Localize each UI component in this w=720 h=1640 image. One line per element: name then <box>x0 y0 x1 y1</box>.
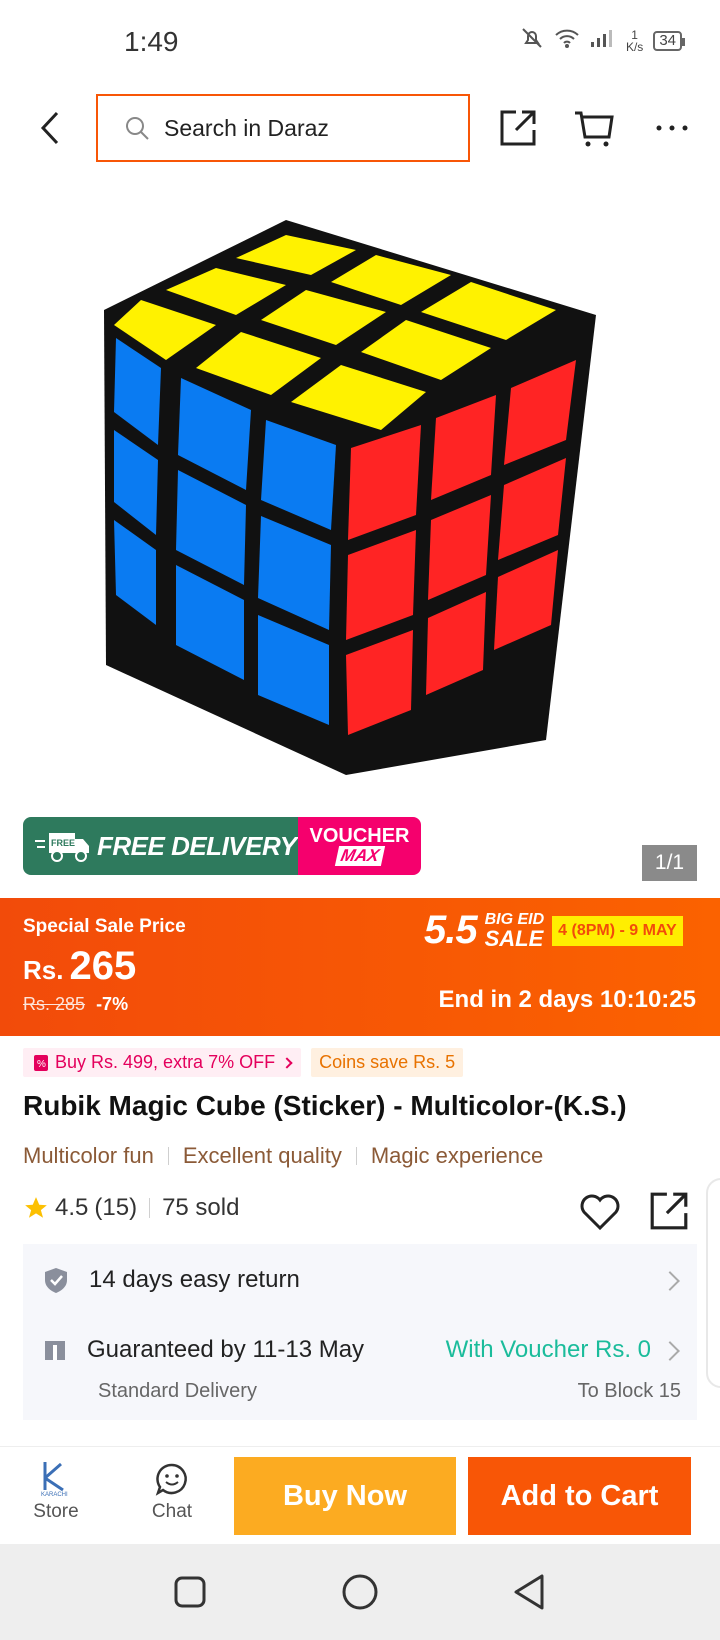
app-header: Search in Daraz <box>0 88 720 168</box>
cart-icon <box>575 111 614 147</box>
home-button[interactable] <box>340 1572 380 1612</box>
voucher-max-badge: VOUCHER MAX <box>298 817 421 875</box>
original-price: Rs. 285 <box>23 994 86 1014</box>
original-price-row: Rs. 285 -7% <box>23 994 128 1015</box>
rating-count: (15) <box>94 1194 138 1221</box>
rating-value: 4.5 <box>55 1194 89 1221</box>
add-to-cart-button[interactable]: Add to Cart <box>468 1457 691 1535</box>
price-amount: 265 <box>69 944 137 988</box>
delivery-truck-icon: FREE <box>35 833 89 862</box>
sale-label: Special Sale Price <box>23 916 186 937</box>
highlight-tag: Multicolor fun <box>23 1143 154 1168</box>
delivery-row[interactable]: Guaranteed by 11-13 May <box>43 1336 364 1364</box>
coins-promo[interactable]: Coins save Rs. 5 <box>311 1048 464 1077</box>
signal-icon <box>590 28 616 53</box>
highlight-tag: Excellent quality <box>182 1143 342 1168</box>
share-icon <box>500 110 536 146</box>
chevron-right-icon <box>660 1271 680 1291</box>
svg-text:%: % <box>37 1059 46 1070</box>
sale-price: Rs. 265 <box>23 944 136 989</box>
bell-muted-icon <box>520 26 544 55</box>
more-options-button[interactable] <box>648 104 696 152</box>
product-highlights: Multicolor fun Excellent quality Magic e… <box>23 1143 543 1169</box>
recents-button[interactable] <box>170 1572 210 1612</box>
store-button[interactable]: KARACHI Store <box>16 1459 96 1523</box>
system-navigation-bar <box>0 1544 720 1640</box>
chat-button[interactable]: Chat <box>132 1459 212 1523</box>
store-label: Store <box>33 1501 79 1522</box>
campaign-name: BIG EID SALE <box>484 910 545 951</box>
chat-label: Chat <box>151 1501 193 1522</box>
ticket-icon: % <box>34 1054 48 1071</box>
wifi-icon <box>554 27 580 54</box>
sold-count: 75 sold <box>162 1194 240 1221</box>
rating-row[interactable]: 4.5 (15) 75 sold <box>23 1194 239 1222</box>
sale-banner: Special Sale Price Rs. 265 Rs. 285 -7% 5.… <box>0 898 720 1036</box>
free-delivery-text: FREE DELIVERY <box>97 830 297 861</box>
store-logo-icon: KARACHI <box>41 1462 68 1498</box>
bundle-promo-text: Buy Rs. 499, extra 7% OFF <box>55 1052 276 1072</box>
buy-now-button[interactable]: Buy Now <box>234 1457 456 1535</box>
share-button[interactable] <box>494 104 542 152</box>
image-counter: 1/1 <box>642 845 697 881</box>
wishlist-button[interactable] <box>578 1190 622 1234</box>
search-icon <box>126 117 149 140</box>
square-icon <box>174 1576 206 1608</box>
product-title: Rubik Magic Cube (Sticker) - Multicolor-… <box>23 1090 627 1121</box>
network-speed: 1 K/s <box>625 27 644 54</box>
max-text: MAX <box>334 846 385 866</box>
search-placeholder: Search in Daraz <box>164 114 329 141</box>
voucher-text: VOUCHER <box>309 825 410 847</box>
status-time: 1:49 <box>124 26 179 57</box>
side-panel-edge <box>706 1178 720 1388</box>
campaign-dates: 4 (8PM) - 9 MAY <box>552 915 683 946</box>
rubiks-cube-illustration <box>104 220 596 775</box>
chevron-right-icon <box>660 1341 680 1361</box>
free-delivery-badge: FREE FREE DELIVERY <box>23 817 298 875</box>
circle-icon <box>342 1574 378 1610</box>
status-icons: 1 K/s 34 <box>520 26 685 55</box>
more-icon <box>656 125 688 131</box>
free-delivery-voucher-badge: FREE FREE DELIVERY VOUCHER MAX <box>23 817 421 875</box>
star-icon <box>25 1197 47 1218</box>
store-logo-text: KARACHI <box>41 1492 68 1498</box>
product-image[interactable] <box>86 220 642 775</box>
share-icon <box>650 1192 688 1230</box>
chat-icon <box>155 1463 187 1496</box>
delivery-destination: To Block 15 <box>577 1380 681 1402</box>
sale-countdown: End in 2 days 10:10:25 <box>438 986 696 1013</box>
service-info-card: 14 days easy return Guaranteed by 11-13 … <box>23 1244 697 1420</box>
delivery-date: Guaranteed by 11-13 May <box>87 1336 365 1363</box>
bundle-promo[interactable]: % Buy Rs. 499, extra 7% OFF <box>23 1048 302 1077</box>
highlight-tag: Magic experience <box>370 1143 544 1168</box>
return-policy-row[interactable]: 14 days easy return <box>43 1266 300 1294</box>
product-share-button[interactable] <box>648 1190 692 1234</box>
divider <box>167 1147 169 1165</box>
battery-indicator: 34 <box>653 30 685 51</box>
search-input[interactable]: Search in Daraz <box>96 94 470 162</box>
divider <box>355 1147 357 1165</box>
back-arrow-icon <box>40 111 59 145</box>
campaign-number: 5.5 <box>424 908 478 952</box>
package-icon <box>45 1341 65 1360</box>
price-currency: Rs. <box>23 955 64 985</box>
delivery-voucher[interactable]: With Voucher Rs. 0 <box>446 1336 651 1364</box>
promo-tags: % Buy Rs. 499, extra 7% OFF Coins save R… <box>23 1048 464 1077</box>
delivery-type: Standard Delivery <box>98 1380 257 1402</box>
shield-check-icon <box>45 1268 67 1293</box>
cart-button[interactable] <box>570 104 618 152</box>
chevron-right-icon <box>281 1056 293 1069</box>
status-bar: 1:49 1 K/s 34 <box>0 0 720 80</box>
triangle-back-icon <box>514 1574 544 1610</box>
back-system-button[interactable] <box>510 1572 550 1612</box>
discount-percent: -7% <box>96 994 129 1014</box>
free-tag-text: FREE <box>51 838 75 848</box>
campaign-badge: 5.5 BIG EID SALE 4 (8PM) - 9 MAY <box>424 908 683 953</box>
back-button[interactable] <box>30 106 70 150</box>
bottom-action-bar: KARACHI Store Chat Buy Now Add to Cart <box>0 1446 720 1544</box>
return-policy-text: 14 days easy return <box>89 1266 300 1293</box>
heart-icon <box>580 1194 620 1231</box>
divider <box>149 1198 151 1218</box>
